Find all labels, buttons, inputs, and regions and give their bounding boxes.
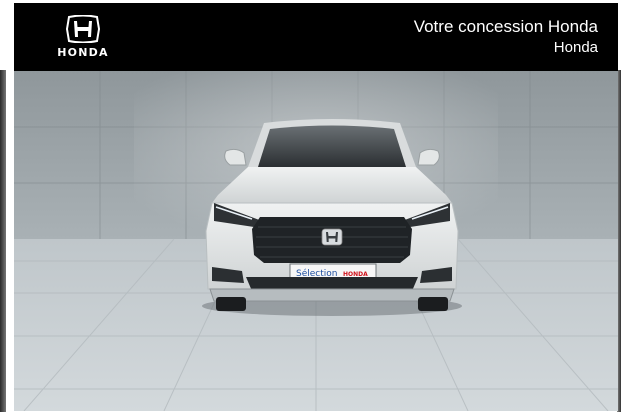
honda-logo: HONDA bbox=[50, 15, 116, 61]
dealer-header-bar: HONDA Votre concession Honda Honda bbox=[14, 3, 618, 71]
dealer-title: Votre concession Honda bbox=[413, 17, 598, 36]
vehicle-photo-svg: Sélection HONDA bbox=[14, 71, 618, 411]
listing-photo-card[interactable]: HONDA Votre concession Honda Honda Sélec… bbox=[14, 3, 618, 411]
right-front-tire bbox=[418, 297, 448, 311]
dealer-subtitle: Honda bbox=[553, 39, 598, 56]
honda-h-logo-icon bbox=[65, 15, 101, 43]
hood bbox=[212, 167, 452, 203]
honda-wordmark: HONDA bbox=[57, 46, 109, 59]
plate-honda-text: HONDA bbox=[343, 271, 368, 278]
windshield bbox=[258, 125, 406, 167]
adjacent-photo-edge-left bbox=[0, 70, 6, 412]
right-mirror bbox=[417, 148, 440, 166]
left-front-tire bbox=[216, 297, 246, 311]
vehicle-photo: Sélection HONDA bbox=[14, 71, 618, 411]
left-mirror bbox=[224, 148, 247, 166]
grille-honda-badge bbox=[321, 228, 343, 246]
skid-plate bbox=[209, 288, 455, 302]
